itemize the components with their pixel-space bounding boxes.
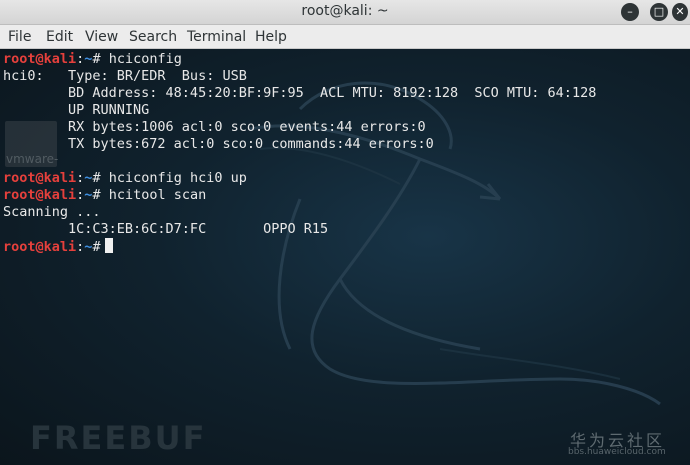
terminal-line: root@kali:~# hciconfig bbox=[3, 51, 182, 67]
close-icon[interactable]: ✕ bbox=[672, 3, 688, 21]
terminal-line: root@kali:~# bbox=[3, 238, 113, 256]
menu-terminal[interactable]: Terminal bbox=[187, 29, 246, 45]
terminal-line: TX bytes:672 acl:0 sco:0 commands:44 err… bbox=[3, 136, 434, 152]
terminal-area[interactable]: vmware- root@kali:~# hciconfig hci0: Typ… bbox=[0, 49, 690, 465]
terminal-line: BD Address: 48:45:20:BF:9F:95 ACL MTU: 8… bbox=[3, 85, 597, 101]
terminal-line: UP RUNNING bbox=[3, 102, 150, 118]
terminal-line: Scanning ... bbox=[3, 204, 101, 220]
menu-bar: File Edit View Search Terminal Help bbox=[0, 25, 690, 49]
terminal-line: RX bytes:1006 acl:0 sco:0 events:44 erro… bbox=[3, 119, 426, 135]
terminal-cursor bbox=[104, 238, 113, 253]
terminal-line: 1C:C3:EB:6C:D7:FC OPPO R15 bbox=[3, 221, 329, 237]
menu-help[interactable]: Help bbox=[255, 29, 287, 45]
terminal-line: root@kali:~# hcitool scan bbox=[3, 187, 207, 203]
title-bar: root@kali: ~ – □ ✕ bbox=[0, 0, 690, 25]
freebuf-watermark: FREEBUF bbox=[30, 419, 207, 457]
minimize-icon[interactable]: – bbox=[621, 3, 639, 21]
terminal-line: root@kali:~# hciconfig hci0 up bbox=[3, 170, 247, 186]
menu-view[interactable]: View bbox=[85, 29, 118, 45]
menu-file[interactable]: File bbox=[8, 29, 31, 45]
terminal-line: hci0: Type: BR/EDR Bus: USB bbox=[3, 68, 247, 84]
huaweicloud-url-watermark: bbs.huaweicloud.com bbox=[568, 447, 666, 457]
menu-edit[interactable]: Edit bbox=[46, 29, 73, 45]
window-title: root@kali: ~ bbox=[301, 3, 389, 19]
menu-search[interactable]: Search bbox=[129, 29, 177, 45]
desktop-label: vmware- bbox=[6, 152, 59, 166]
maximize-icon[interactable]: □ bbox=[650, 3, 668, 21]
